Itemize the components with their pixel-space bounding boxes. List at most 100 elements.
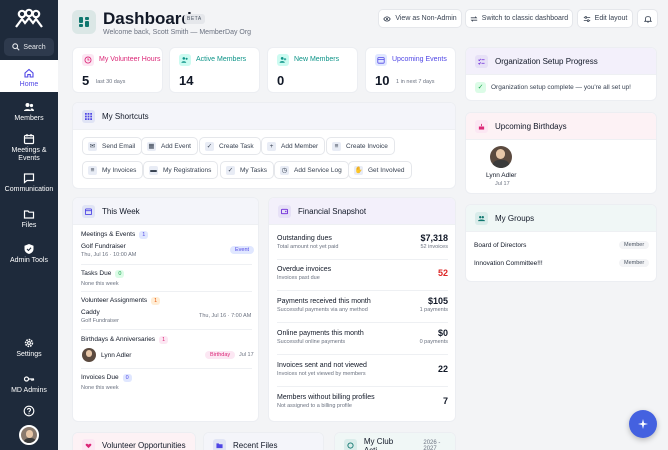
avatar[interactable] [490, 146, 512, 168]
card-title: This Week [102, 206, 140, 216]
view-as-label: View as Non-Admin [395, 15, 457, 22]
stat-card-upcoming-events[interactable]: Upcoming Events 10 1 in next 7 days [365, 47, 456, 93]
chip-label: My Registrations [163, 166, 212, 174]
empty-text: None this week [81, 385, 119, 391]
users-icon [24, 103, 34, 111]
financial-row[interactable]: Payments received this month Successful … [269, 291, 455, 322]
edit-layout-button[interactable]: Edit layout [577, 9, 633, 28]
row-sub: Total amount not yet paid [277, 244, 339, 250]
stat-value: 0 [277, 73, 285, 88]
group-row[interactable]: Innovation Committee!!! Member [466, 257, 656, 271]
birthday-name[interactable]: Lynn Adler [101, 352, 131, 359]
sidebar-item-meetings-events[interactable]: Meetings & Events [0, 133, 58, 163]
row-value: $105 [427, 296, 448, 306]
setup-message: Organization setup complete — you're all… [491, 84, 631, 91]
get-involved-button[interactable]: ✋ Get Involved [348, 161, 412, 179]
sliders-icon [583, 15, 590, 22]
clock-icon [82, 54, 94, 66]
users-icon [475, 211, 488, 225]
add-member-button[interactable]: + Add Member [261, 137, 326, 155]
sidebar-item-members[interactable]: Members [0, 101, 58, 123]
my-tasks-button[interactable]: ✓ My Tasks [220, 161, 274, 179]
stat-label: Upcoming Events [392, 56, 447, 63]
birthday-name[interactable]: Lynn Adler [486, 172, 516, 179]
sidebar-item-md-admins[interactable]: MD Admins [0, 373, 58, 395]
stat-card-volunteer-hours[interactable]: My Volunteer Hours 5 last 30 days [72, 47, 163, 93]
shield-icon [24, 244, 34, 254]
mail-icon: ✉ [88, 141, 97, 151]
sidebar-item-label: Admin Tools [9, 257, 48, 264]
financial-row[interactable]: Invoices sent and not viewed Invoices no… [269, 355, 455, 386]
group-row[interactable]: Board of Directors Member [466, 239, 656, 253]
financial-row[interactable]: Members without billing profiles Not ass… [269, 387, 455, 418]
group-name: Board of Directors [474, 242, 527, 249]
card-title: My Club Acti... [363, 436, 394, 450]
card-title: Recent Files [233, 441, 278, 450]
stat-sub: last 30 days [96, 79, 126, 85]
financial-row[interactable]: Online payments this month Successful on… [269, 323, 455, 354]
my-registrations-button[interactable]: ▬ My Registrations [143, 161, 219, 179]
my-invoices-button[interactable]: ≡ My Invoices [82, 161, 144, 179]
dashboard-icon [72, 10, 96, 34]
financial-row[interactable]: Overdue invoices Invoices past due 52 [269, 260, 455, 291]
section-label: Meetings & Events [81, 231, 136, 238]
stat-card-active-members[interactable]: Active Members 14 [169, 47, 260, 93]
search-button[interactable]: Search [4, 38, 54, 56]
user-avatar[interactable] [19, 425, 39, 445]
sidebar-item-label: MD Admins [11, 387, 47, 394]
sidebar-item-home[interactable]: Home [0, 60, 58, 92]
org-logo-icon [15, 8, 43, 28]
stat-value: 10 [375, 73, 390, 88]
users-icon [179, 54, 191, 66]
group-name: Innovation Committee!!! [474, 260, 543, 267]
ai-assistant-button[interactable] [629, 410, 657, 438]
sidebar-item-label: Members [14, 115, 44, 122]
stat-card-new-members[interactable]: New Members 0 [267, 47, 358, 93]
divider [81, 368, 252, 369]
user-plus-icon: + [267, 141, 276, 151]
sidebar-item-files[interactable]: Files [0, 208, 58, 230]
chip-label: Create Invoice [346, 142, 388, 150]
section-title: Volunteer Assignments 1 [81, 297, 161, 305]
my-club-activity-card: My Club Acti... 2026 - 2027 [334, 432, 456, 450]
sidebar-item-settings[interactable]: Settings [0, 337, 58, 359]
sidebar-item-label: Meetings & Events [11, 147, 47, 162]
row-sub: Not assigned to a billing profile [277, 403, 352, 409]
section-title: Meetings & Events 1 [81, 231, 149, 239]
add-service-log-button[interactable]: ◷ Add Service Log [274, 161, 349, 179]
send-email-button[interactable]: ✉ Send Email [82, 137, 143, 155]
row-label: Invoices sent and not viewed [277, 362, 367, 369]
help-button[interactable] [0, 405, 58, 419]
shortcuts-card: My Shortcuts ✉ Send Email ▦ Add Event ✓ Cre… [72, 102, 456, 189]
financial-row[interactable]: Outstanding dues Total amount not yet pa… [269, 228, 455, 259]
assignment-title[interactable]: Caddy [81, 309, 100, 316]
stat-value: 5 [82, 73, 90, 88]
avatar[interactable] [82, 348, 96, 362]
clock-icon: ◷ [280, 165, 289, 175]
create-invoice-button[interactable]: ≡ Create Invoice [326, 137, 395, 155]
chip-label: My Tasks [240, 166, 267, 174]
sidebar-item-communication[interactable]: Communication [0, 172, 58, 194]
section-title: Tasks Due 0 [81, 270, 125, 278]
notifications-button[interactable] [637, 9, 658, 28]
row-value: $7,318 [420, 233, 448, 243]
row-value-sub: 1 payments [419, 307, 448, 313]
switch-classic-button[interactable]: Switch to classic dashboard [465, 9, 573, 28]
activity-icon [344, 439, 357, 450]
stat-sub: 1 in next 7 days [396, 79, 435, 85]
view-as-non-admin-button[interactable]: View as Non-Admin [378, 9, 462, 28]
section-title: Invoices Due 0 [81, 374, 132, 382]
create-task-button[interactable]: ✓ Create Task [199, 137, 261, 155]
event-title[interactable]: Golf Fundraiser [81, 243, 126, 250]
hand-icon: ✋ [354, 165, 363, 175]
club-year: 2026 - 2027 [423, 439, 441, 450]
my-groups-card: My Groups Board of Directors Member Inno… [465, 204, 657, 282]
add-event-button[interactable]: ▦ Add Event [141, 137, 198, 155]
sidebar-item-admin-tools[interactable]: Admin Tools [0, 243, 58, 265]
row-sub: Successful payments via any method [277, 307, 368, 313]
chip-label: Send Email [102, 142, 136, 150]
card-title: Financial Snapshot [298, 206, 367, 216]
birthday-date: Jul 17 [239, 352, 254, 358]
calendar-icon: ▦ [147, 141, 156, 151]
chip-label: Add Service Log [294, 166, 342, 174]
